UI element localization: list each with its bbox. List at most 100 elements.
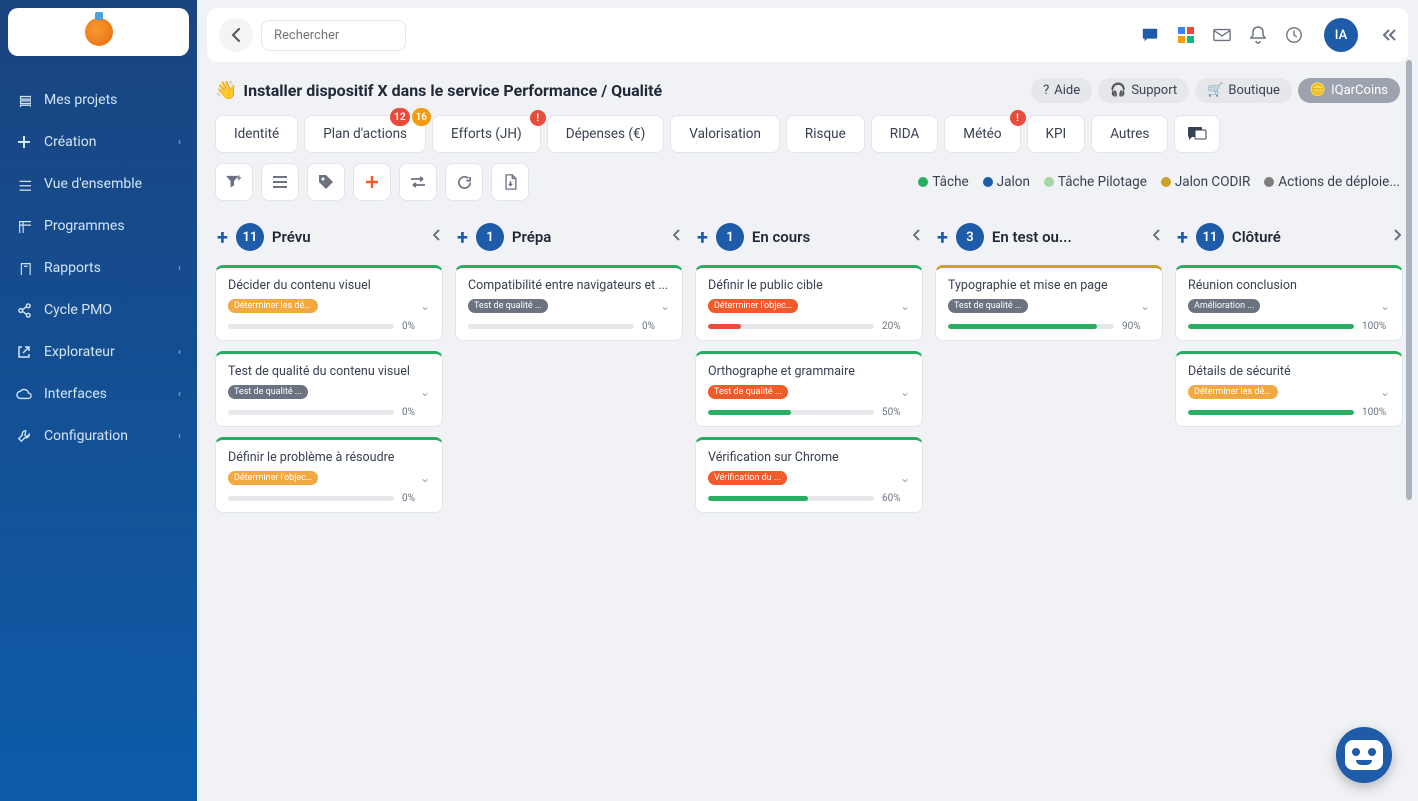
sidebar-item-mes-projets[interactable]: Mes projets	[8, 80, 189, 120]
sidebar-item-cr-ation[interactable]: Création ‹	[8, 122, 189, 162]
chevron-down-icon[interactable]: ⌄	[900, 471, 910, 485]
chatbot-fab[interactable]	[1336, 727, 1392, 783]
column-collapse-button[interactable]	[1153, 229, 1161, 245]
sidebar-item-vue-d-ensemble[interactable]: Vue d'ensemble	[8, 164, 189, 204]
tab-label: Risque	[805, 126, 846, 142]
mail-icon[interactable]	[1208, 21, 1236, 49]
add-card-button[interactable]: +	[937, 225, 948, 249]
logo-box[interactable]	[8, 8, 189, 56]
tab-comments[interactable]	[1174, 115, 1220, 153]
column-count: 11	[236, 223, 264, 251]
add-card-button[interactable]: +	[697, 225, 708, 249]
alert-icon: !	[1010, 110, 1026, 126]
legend-label: Actions de déploie...	[1278, 174, 1400, 190]
badge: 16	[412, 108, 431, 126]
button-label: Aide	[1054, 83, 1080, 98]
page-header: 👋 Installer dispositif X dans le service…	[197, 62, 1418, 111]
chevron-down-icon[interactable]: ⌄	[1380, 385, 1390, 399]
chevron-down-icon[interactable]: ⌄	[660, 299, 670, 313]
progress: 0%	[228, 407, 430, 418]
collapse-panel-button[interactable]	[1382, 26, 1396, 45]
tab-identit-[interactable]: Identité	[215, 115, 298, 153]
progress: 100%	[1188, 321, 1390, 332]
kanban-card[interactable]: Typographie et mise en page Test de qual…	[935, 265, 1163, 341]
button-icon: 🪙	[1310, 83, 1326, 98]
chevron-down-icon[interactable]: ⌄	[900, 385, 910, 399]
kanban-card[interactable]: Définir le problème à résoudre Détermine…	[215, 437, 443, 513]
legend-dot-icon	[1161, 177, 1171, 187]
support-button[interactable]: 🎧Support	[1098, 78, 1189, 103]
sidebar-item-explorateur[interactable]: Explorateur ‹	[8, 332, 189, 372]
add-button[interactable]	[353, 163, 391, 201]
tab-valorisation[interactable]: Valorisation	[670, 115, 780, 153]
tab-label: Identité	[234, 126, 279, 142]
kanban-column: + 1 Prépa Compatibilité entre navigateur…	[455, 219, 683, 781]
card-tag: Test de qualité ...	[948, 299, 1028, 313]
legend-item: Tâche Pilotage	[1044, 174, 1147, 190]
tab-efforts-jh-[interactable]: Efforts (JH)!	[432, 115, 541, 153]
kanban-card[interactable]: Définir le public cible Déterminer l'obj…	[695, 265, 923, 341]
sidebar-item-cycle-pmo[interactable]: Cycle PMO	[8, 290, 189, 330]
card-tag: Déterminer les dét...	[228, 299, 318, 313]
sidebar-item-rapports[interactable]: Rapports ‹	[8, 248, 189, 288]
avatar[interactable]: IA	[1324, 18, 1358, 52]
legend-item: Jalon	[983, 174, 1030, 190]
add-card-button[interactable]: +	[217, 225, 228, 249]
back-button[interactable]	[219, 18, 253, 52]
chevron-down-icon[interactable]: ⌄	[420, 471, 430, 485]
tab-d-penses-[interactable]: Dépenses (€)	[547, 115, 665, 153]
button-label: Boutique	[1228, 83, 1280, 98]
tab-plan-d-actions[interactable]: Plan d'actions1216	[304, 115, 426, 153]
chevron-down-icon[interactable]: ⌄	[1140, 299, 1150, 313]
progress-text: 0%	[402, 493, 430, 504]
clock-icon[interactable]	[1280, 21, 1308, 49]
column-collapse-button[interactable]	[913, 229, 921, 245]
column-collapse-button[interactable]	[433, 229, 441, 245]
column-header: + 1 En cours	[695, 219, 923, 265]
refresh-button[interactable]	[445, 163, 483, 201]
kanban-card[interactable]: Compatibilité entre navigateurs et ... T…	[455, 265, 683, 341]
export-button[interactable]	[491, 163, 529, 201]
tab-label: KPI	[1046, 126, 1067, 142]
sidebar-item-configuration[interactable]: Configuration ‹	[8, 416, 189, 456]
kanban-card[interactable]: Réunion conclusion Amélioration ... ⌄ 10…	[1175, 265, 1403, 341]
sidebar-item-programmes[interactable]: Programmes	[8, 206, 189, 246]
tab-risque[interactable]: Risque	[786, 115, 865, 153]
iqarcoins-button[interactable]: 🪙IQarCoins	[1298, 78, 1400, 103]
column-collapse-button[interactable]	[673, 229, 681, 245]
kanban-card[interactable]: Décider du contenu visuel Déterminer les…	[215, 265, 443, 341]
chevron-down-icon[interactable]: ⌄	[900, 299, 910, 313]
add-card-button[interactable]: +	[457, 225, 468, 249]
kanban-card[interactable]: Orthographe et grammaire Test de qualité…	[695, 351, 923, 427]
tab-kpi[interactable]: KPI	[1027, 115, 1086, 153]
apps-icon[interactable]	[1172, 21, 1200, 49]
progress: 100%	[1188, 407, 1390, 418]
kanban-card[interactable]: Test de qualité du contenu visuel Test d…	[215, 351, 443, 427]
list-button[interactable]	[261, 163, 299, 201]
progress-text: 20%	[882, 321, 910, 332]
bell-icon[interactable]	[1244, 21, 1272, 49]
column-collapse-button[interactable]	[1393, 229, 1401, 245]
scrollbar-indicator	[1406, 60, 1412, 500]
sidebar-item-interfaces[interactable]: Interfaces ‹	[8, 374, 189, 414]
tab-autres[interactable]: Autres	[1091, 115, 1168, 153]
chat-icon[interactable]	[1136, 21, 1164, 49]
swap-button[interactable]	[399, 163, 437, 201]
aide-button[interactable]: ?Aide	[1031, 78, 1092, 103]
boutique-button[interactable]: 🛒Boutique	[1195, 78, 1292, 103]
nav-label: Interfaces	[44, 386, 107, 402]
add-card-button[interactable]: +	[1177, 225, 1188, 249]
chevron-down-icon[interactable]: ⌄	[420, 299, 430, 313]
tag-button[interactable]	[307, 163, 345, 201]
kanban-card[interactable]: Vérification sur Chrome Vérification du …	[695, 437, 923, 513]
tab-rida[interactable]: RIDA	[871, 115, 939, 153]
filter-add-button[interactable]: +	[215, 163, 253, 201]
search-input[interactable]	[261, 20, 406, 51]
tab-m-t-o[interactable]: Météo!	[944, 115, 1020, 153]
chevron-down-icon[interactable]: ⌄	[420, 385, 430, 399]
progress: 0%	[228, 493, 430, 504]
chevron-down-icon[interactable]: ⌄	[1380, 299, 1390, 313]
progress: 50%	[708, 407, 910, 418]
progress-text: 90%	[1122, 321, 1150, 332]
kanban-card[interactable]: Détails de sécurité Déterminer les dét..…	[1175, 351, 1403, 427]
